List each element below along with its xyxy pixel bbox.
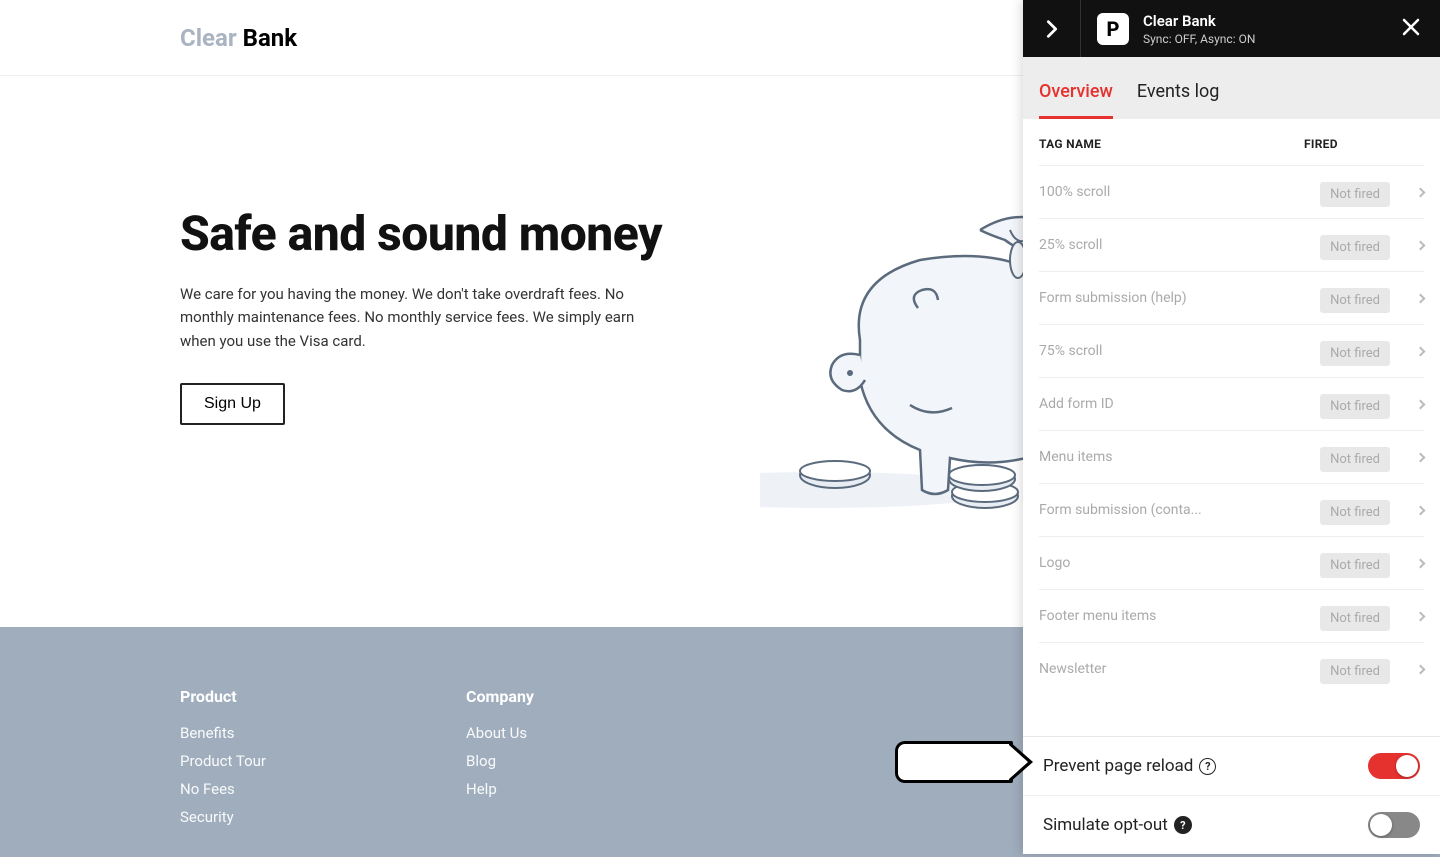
prevent-reload-row: Prevent page reload ?	[1023, 737, 1440, 796]
help-icon[interactable]: ?	[1199, 758, 1216, 775]
panel-site-name: Clear Bank	[1143, 12, 1396, 30]
not-fired-badge: Not fired	[1320, 182, 1390, 207]
tag-row[interactable]: NewsletterNot fired	[1039, 642, 1424, 695]
simulate-optout-label: Simulate opt-out ?	[1043, 815, 1192, 835]
panel-title-block: Clear Bank Sync: OFF, Async: ON	[1143, 12, 1396, 46]
not-fired-badge: Not fired	[1320, 394, 1390, 419]
tag-fired-status: Not fired	[1320, 183, 1390, 202]
not-fired-badge: Not fired	[1320, 235, 1390, 260]
hero-title: Safe and sound money	[180, 206, 700, 261]
chevron-right-icon	[1390, 242, 1424, 249]
hero-description: We care for you having the money. We don…	[180, 283, 670, 353]
callout-arrow	[895, 740, 1037, 784]
tag-fired-status: Not fired	[1320, 236, 1390, 255]
simulate-optout-toggle[interactable]	[1368, 812, 1420, 838]
signup-button[interactable]: Sign Up	[180, 383, 285, 425]
tag-fired-status: Not fired	[1320, 554, 1390, 573]
tag-row[interactable]: Menu itemsNot fired	[1039, 430, 1424, 483]
footer-product-title: Product	[180, 687, 266, 706]
panel-tabs: Overview Events log	[1023, 57, 1440, 119]
tag-name-label: 25% scroll	[1039, 237, 1320, 253]
tag-fired-status: Not fired	[1320, 660, 1390, 679]
footer-link-nofees[interactable]: No Fees	[180, 780, 266, 798]
panel-body[interactable]: TAG NAME FIRED 100% scrollNot fired25% s…	[1023, 119, 1440, 736]
tag-fired-status: Not fired	[1320, 289, 1390, 308]
tag-row[interactable]: Form submission (conta...Not fired	[1039, 483, 1424, 536]
chevron-right-icon	[1390, 507, 1424, 514]
not-fired-badge: Not fired	[1320, 341, 1390, 366]
prevent-reload-toggle[interactable]	[1368, 753, 1420, 779]
tag-fired-status: Not fired	[1320, 501, 1390, 520]
not-fired-badge: Not fired	[1320, 659, 1390, 684]
not-fired-badge: Not fired	[1320, 447, 1390, 472]
chevron-right-icon	[1390, 189, 1424, 196]
footer-company-title: Company	[466, 687, 534, 706]
chevron-right-icon	[1041, 18, 1063, 40]
simulate-optout-text: Simulate opt-out	[1043, 815, 1168, 835]
footer-link-security[interactable]: Security	[180, 808, 266, 826]
chevron-right-icon	[1390, 454, 1424, 461]
logo-text-clear: Clear	[180, 24, 237, 52]
tag-fired-status: Not fired	[1320, 607, 1390, 626]
collapse-button[interactable]	[1023, 0, 1081, 57]
debug-panel: P Clear Bank Sync: OFF, Async: ON Overvi…	[1023, 0, 1440, 854]
tag-row[interactable]: 75% scrollNot fired	[1039, 324, 1424, 377]
tag-fired-status: Not fired	[1320, 395, 1390, 414]
chevron-right-icon	[1390, 560, 1424, 567]
footer-link-blog[interactable]: Blog	[466, 752, 534, 770]
tag-name-label: Newsletter	[1039, 661, 1320, 677]
simulate-optout-row: Simulate opt-out ?	[1023, 796, 1440, 854]
panel-header: P Clear Bank Sync: OFF, Async: ON	[1023, 0, 1440, 57]
not-fired-badge: Not fired	[1320, 606, 1390, 631]
tab-events-log[interactable]: Events log	[1137, 81, 1220, 119]
tag-name-label: 75% scroll	[1039, 343, 1320, 359]
close-button[interactable]	[1396, 12, 1426, 46]
tag-name-label: Add form ID	[1039, 396, 1320, 412]
footer-link-help[interactable]: Help	[466, 780, 534, 798]
footer-col-product: Product Benefits Product Tour No Fees Se…	[180, 687, 266, 857]
logo[interactable]: Clear Bank	[180, 24, 297, 52]
footer-link-about[interactable]: About Us	[466, 724, 534, 742]
tag-fired-status: Not fired	[1320, 448, 1390, 467]
tag-name-label: Menu items	[1039, 449, 1320, 465]
tag-row[interactable]: Footer menu itemsNot fired	[1039, 589, 1424, 642]
tag-name-label: Logo	[1039, 555, 1320, 571]
chevron-right-icon	[1390, 401, 1424, 408]
panel-footer: Prevent page reload ? Simulate opt-out ?	[1023, 736, 1440, 854]
tag-name-label: 100% scroll	[1039, 184, 1320, 200]
th-fired: FIRED	[1304, 137, 1424, 151]
chevron-right-icon	[1390, 348, 1424, 355]
footer-col-company: Company About Us Blog Help	[466, 687, 534, 857]
not-fired-badge: Not fired	[1320, 288, 1390, 313]
tab-overview[interactable]: Overview	[1039, 81, 1113, 119]
tag-row[interactable]: 25% scrollNot fired	[1039, 218, 1424, 271]
close-icon	[1402, 18, 1420, 36]
chevron-right-icon	[1390, 613, 1424, 620]
piwik-logo-icon: P	[1097, 13, 1129, 45]
prevent-reload-text: Prevent page reload	[1043, 756, 1193, 776]
footer-link-benefits[interactable]: Benefits	[180, 724, 266, 742]
not-fired-badge: Not fired	[1320, 553, 1390, 578]
help-icon[interactable]: ?	[1174, 816, 1192, 834]
not-fired-badge: Not fired	[1320, 500, 1390, 525]
chevron-right-icon	[1390, 666, 1424, 673]
footer-link-tour[interactable]: Product Tour	[180, 752, 266, 770]
tag-row[interactable]: Form submission (help)Not fired	[1039, 271, 1424, 324]
tag-fired-status: Not fired	[1320, 342, 1390, 361]
tag-row[interactable]: LogoNot fired	[1039, 536, 1424, 589]
prevent-reload-label: Prevent page reload ?	[1043, 756, 1216, 776]
tag-row[interactable]: Add form IDNot fired	[1039, 377, 1424, 430]
tag-name-label: Form submission (help)	[1039, 290, 1320, 306]
tag-table-header: TAG NAME FIRED	[1039, 119, 1424, 165]
panel-sync-status: Sync: OFF, Async: ON	[1143, 32, 1396, 46]
tag-name-label: Footer menu items	[1039, 608, 1320, 624]
logo-text-bank: Bank	[237, 24, 297, 52]
th-tag-name: TAG NAME	[1039, 137, 1304, 151]
chevron-right-icon	[1390, 295, 1424, 302]
tag-row[interactable]: 100% scrollNot fired	[1039, 165, 1424, 218]
tag-name-label: Form submission (conta...	[1039, 502, 1320, 518]
